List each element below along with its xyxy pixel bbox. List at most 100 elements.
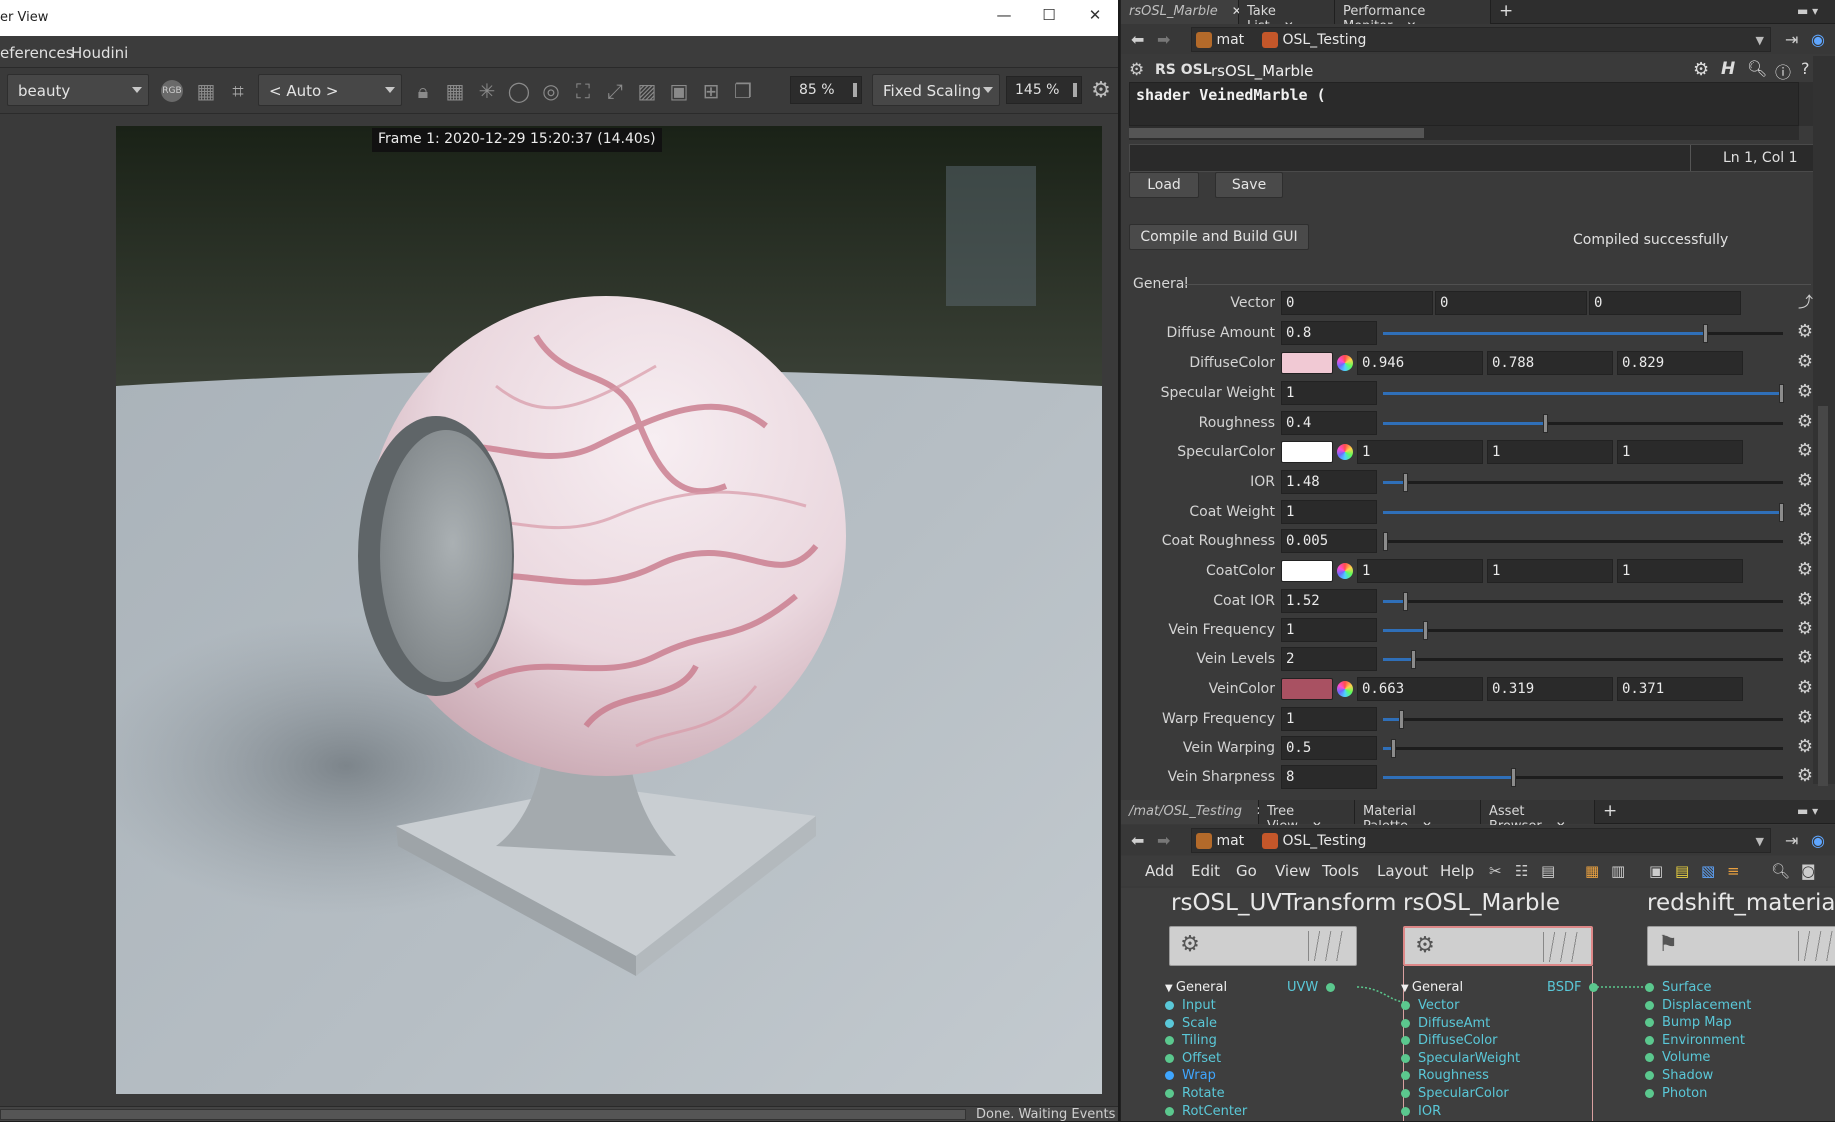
input-port-dot[interactable] xyxy=(1165,1053,1174,1063)
network-canvas[interactable]: rsOSL_UVTransform ⚙ ▼ General UVW Input Scale… xyxy=(1121,888,1835,1121)
input-port-dot[interactable] xyxy=(1401,1001,1410,1010)
color-swatch[interactable] xyxy=(1281,352,1333,374)
input-port-dot[interactable] xyxy=(1401,1036,1410,1046)
input-port[interactable]: Environment xyxy=(1645,1033,1745,1048)
param-value-field[interactable]: 0.5 xyxy=(1281,736,1377,760)
tab-mat-osl-testing[interactable]: /mat/OSL_Testing✕ xyxy=(1121,800,1266,824)
color-wheel-icon[interactable] xyxy=(1337,444,1353,460)
tab-take-list[interactable]: Take List✕ xyxy=(1239,0,1335,34)
param-gear-icon[interactable]: ⚙ xyxy=(1797,471,1813,491)
color-component-field[interactable]: 0.788 xyxy=(1487,351,1613,375)
input-port[interactable]: Volume xyxy=(1645,1050,1710,1065)
input-port[interactable]: Surface xyxy=(1645,980,1712,995)
input-port[interactable]: Wrap xyxy=(1165,1068,1216,1083)
close-icon[interactable]: ✕ xyxy=(1080,6,1110,30)
param-value-field[interactable]: 2 xyxy=(1281,647,1377,671)
info-icon[interactable]: ⓘ xyxy=(1775,59,1791,83)
input-port[interactable]: SpecularColor xyxy=(1401,1086,1509,1101)
input-port-dot[interactable] xyxy=(1645,1088,1654,1098)
menu-go[interactable]: Go xyxy=(1236,862,1257,880)
tab-material-palette[interactable]: Material Palette✕ xyxy=(1355,800,1481,834)
add-snapshot-icon[interactable]: ⊞ xyxy=(698,78,724,104)
node-flags[interactable] xyxy=(1308,931,1346,961)
param-slider[interactable] xyxy=(1383,473,1783,492)
tab-rsosl-marble[interactable]: rsOSL_Marble ✕ xyxy=(1121,0,1242,24)
color-component-field[interactable]: 1 xyxy=(1617,559,1743,583)
color-component-field[interactable]: 1 xyxy=(1617,440,1743,464)
add-tab-icon[interactable]: + xyxy=(1603,801,1617,821)
param-slider[interactable] xyxy=(1383,532,1783,551)
menu-layout[interactable]: Layout xyxy=(1377,862,1428,880)
menu-help[interactable]: Help xyxy=(1440,862,1474,880)
path-segment-mat[interactable]: mat xyxy=(1216,32,1244,48)
crop-icon[interactable]: ⌗ xyxy=(225,78,251,104)
input-port[interactable]: DiffuseColor xyxy=(1401,1033,1498,1048)
param-value-field[interactable]: 1 xyxy=(1281,381,1377,405)
camera-select[interactable]: < Auto > xyxy=(258,74,402,106)
param-vscroll[interactable] xyxy=(1813,56,1835,786)
color-component-field[interactable]: 0.663 xyxy=(1357,677,1483,701)
minimize-icon[interactable]: — xyxy=(989,6,1019,30)
slider-handle[interactable] xyxy=(1399,710,1404,729)
param-gear-icon[interactable]: ⚙ xyxy=(1797,530,1813,550)
input-port-dot[interactable] xyxy=(1165,1036,1174,1046)
node-title[interactable]: rsOSL_Marble xyxy=(1403,890,1560,916)
chevron-down-icon[interactable]: ▼ xyxy=(1756,34,1764,47)
fit-icon[interactable]: ⤢ xyxy=(602,78,628,104)
path-segment-osl-testing[interactable]: OSL_Testing xyxy=(1282,833,1366,849)
input-port-dot[interactable] xyxy=(1165,1106,1174,1116)
color-swatch[interactable] xyxy=(1281,678,1333,700)
color-component-field[interactable]: 0.829 xyxy=(1617,351,1743,375)
forward-arrow-icon[interactable]: ➡ xyxy=(1157,30,1170,49)
table-icon[interactable]: ▥ xyxy=(1611,862,1625,880)
image-icon[interactable]: ▧ xyxy=(1701,862,1715,880)
param-slider[interactable] xyxy=(1383,503,1784,522)
snapshot-icon[interactable]: ▣ xyxy=(666,78,692,104)
color-component-field[interactable]: 1 xyxy=(1357,559,1483,583)
add-tab-icon[interactable]: + xyxy=(1499,1,1513,21)
tab-tree-view[interactable]: Tree View✕ xyxy=(1259,800,1355,834)
input-port[interactable]: SpecularWeight xyxy=(1401,1051,1520,1066)
compile-build-gui-button[interactable]: Compile and Build GUI xyxy=(1129,224,1309,250)
back-arrow-icon[interactable]: ⬅ xyxy=(1131,30,1144,49)
rgb-channel-icon[interactable]: RGB xyxy=(161,80,183,102)
aov-select[interactable]: beauty xyxy=(7,74,149,106)
input-port[interactable]: Photon xyxy=(1645,1086,1707,1101)
grid-icon[interactable]: ▦ xyxy=(193,78,219,104)
color-swatch[interactable] xyxy=(1281,441,1333,463)
path-breadcrumb[interactable]: mat OSL_Testing ▼ xyxy=(1191,828,1771,853)
input-port-dot[interactable] xyxy=(1645,1000,1654,1010)
copy-icon[interactable]: ❐ xyxy=(730,78,756,104)
color-component-field[interactable]: 0.319 xyxy=(1487,677,1613,701)
input-port[interactable]: IOR xyxy=(1401,1104,1441,1119)
slider-handle[interactable] xyxy=(1779,384,1784,403)
param-slider[interactable] xyxy=(1383,324,1783,343)
param-gear-icon[interactable]: ⚙ xyxy=(1797,412,1813,432)
param-gear-icon[interactable]: ⚙ xyxy=(1797,737,1813,757)
port-group-header[interactable]: ▼ General xyxy=(1401,980,1463,995)
node-name-field[interactable]: rsOSL_Marble xyxy=(1211,62,1313,80)
link-icon[interactable]: ◉ xyxy=(1811,831,1825,850)
param-gear-icon[interactable]: ⚙ xyxy=(1797,708,1813,728)
color-component-field[interactable]: 0.946 xyxy=(1357,351,1483,375)
path-segment-osl-testing[interactable]: OSL_Testing xyxy=(1282,32,1366,48)
osl-code-editor[interactable]: shader VeinedMarble ( xyxy=(1129,82,1799,126)
param-gear-icon[interactable]: ⚙ xyxy=(1797,678,1813,698)
slider-handle[interactable] xyxy=(1779,503,1784,522)
param-slider[interactable] xyxy=(1383,621,1783,640)
input-port-dot[interactable] xyxy=(1165,1089,1174,1098)
path-breadcrumb[interactable]: mat OSL_Testing ▼ xyxy=(1191,27,1771,52)
slider-handle[interactable] xyxy=(1411,650,1416,669)
input-port[interactable]: Roughness xyxy=(1401,1068,1489,1083)
slider-handle[interactable] xyxy=(1703,324,1708,343)
tools-icon[interactable]: ✂ xyxy=(1489,862,1502,880)
input-port[interactable]: Bump Map xyxy=(1645,1015,1732,1030)
vector-component-field[interactable]: 0 xyxy=(1435,291,1587,315)
vector-component-field[interactable]: 0 xyxy=(1281,291,1433,315)
param-slider[interactable] xyxy=(1383,768,1783,787)
camera-icon[interactable]: ◙ xyxy=(1801,862,1816,880)
link-icon[interactable]: ◉ xyxy=(1811,30,1825,49)
param-value-field[interactable]: 1 xyxy=(1281,618,1377,642)
load-button[interactable]: Load xyxy=(1129,172,1199,198)
slider-handle[interactable] xyxy=(1383,532,1388,551)
